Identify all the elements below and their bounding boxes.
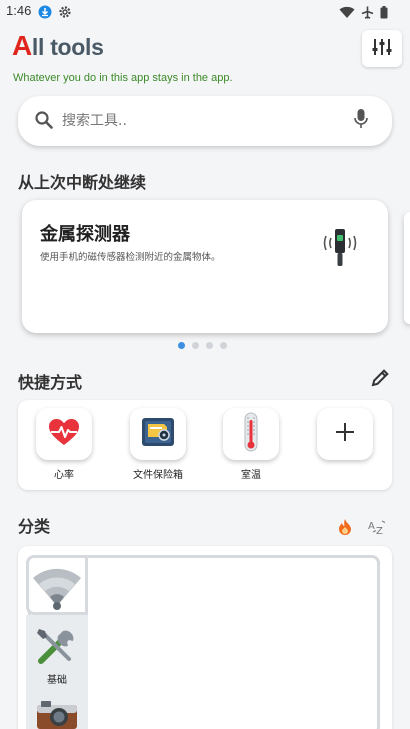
shortcut-label: 室温 bbox=[241, 470, 261, 481]
plus-icon bbox=[335, 422, 355, 446]
heart-rate-icon bbox=[47, 417, 81, 451]
tools-icon bbox=[26, 625, 88, 671]
settings-button[interactable] bbox=[362, 30, 402, 67]
shortcut-label: 心率 bbox=[54, 470, 74, 481]
category-tab-camera[interactable] bbox=[26, 687, 88, 729]
recent-tool-card[interactable]: 金属探测器 使用手机的磁传感器检测附近的金属物体。 bbox=[22, 200, 388, 333]
shortcut-file-vault[interactable]: 文件保险箱 bbox=[121, 408, 195, 481]
app-title-rest: ll tools bbox=[31, 34, 104, 60]
download-icon bbox=[38, 4, 52, 23]
app-title-first-letter: A bbox=[12, 30, 32, 61]
file-vault-icon bbox=[140, 416, 176, 452]
app-title: All tools bbox=[12, 30, 104, 62]
app-header: All tools Whatever you do in this app st… bbox=[0, 30, 410, 90]
carousel-dot[interactable] bbox=[192, 342, 199, 349]
search-input[interactable] bbox=[62, 107, 342, 135]
category-tab-network[interactable] bbox=[26, 555, 88, 615]
shortcut-room-temperature[interactable]: 室温 bbox=[214, 408, 288, 481]
search-bar bbox=[18, 96, 392, 146]
carousel-dot[interactable] bbox=[178, 342, 185, 349]
status-time: 1:46 bbox=[6, 3, 32, 18]
wifi-icon bbox=[339, 4, 355, 23]
continue-section-title: 从上次中断处继续 bbox=[18, 173, 147, 192]
carousel-indicator bbox=[178, 342, 227, 349]
category-tab-basic[interactable]: 基础 bbox=[26, 615, 88, 687]
shortcuts-section-title: 快捷方式 bbox=[18, 373, 83, 392]
sliders-icon bbox=[372, 38, 392, 60]
thermometer-icon bbox=[241, 412, 261, 456]
status-bar: 1:46 bbox=[0, 0, 410, 24]
svg-text:Z: Z bbox=[376, 526, 383, 535]
battery-icon bbox=[380, 4, 388, 23]
recent-tool-description: 使用手机的磁传感器检测附近的金属物体。 bbox=[40, 252, 221, 263]
camera-icon bbox=[26, 699, 88, 729]
flame-icon[interactable] bbox=[338, 518, 352, 539]
shortcut-heart-rate[interactable]: 心率 bbox=[27, 408, 101, 481]
az-sort-icon[interactable]: A Z bbox=[368, 519, 388, 539]
airplane-icon bbox=[361, 4, 374, 23]
pencil-icon[interactable] bbox=[370, 368, 390, 392]
add-shortcut-button[interactable] bbox=[308, 408, 382, 460]
next-card-peek[interactable] bbox=[404, 212, 410, 324]
microphone-icon[interactable] bbox=[354, 108, 368, 134]
category-label: 基础 bbox=[47, 675, 67, 686]
app-tagline: Whatever you do in this app stays in the… bbox=[13, 72, 233, 84]
wifi-signal-icon bbox=[29, 562, 85, 618]
shortcuts-panel: 心率 文件保险箱 室温 bbox=[18, 400, 392, 490]
categories-section-title: 分类 bbox=[18, 517, 51, 536]
metal-detector-icon bbox=[320, 226, 360, 272]
gear-icon bbox=[58, 4, 72, 23]
carousel-dot[interactable] bbox=[220, 342, 227, 349]
search-icon[interactable] bbox=[34, 110, 54, 134]
carousel-dot[interactable] bbox=[206, 342, 213, 349]
shortcut-label: 文件保险箱 bbox=[133, 470, 183, 481]
recent-tool-title: 金属探测器 bbox=[40, 224, 130, 245]
svg-text:A: A bbox=[368, 521, 375, 532]
